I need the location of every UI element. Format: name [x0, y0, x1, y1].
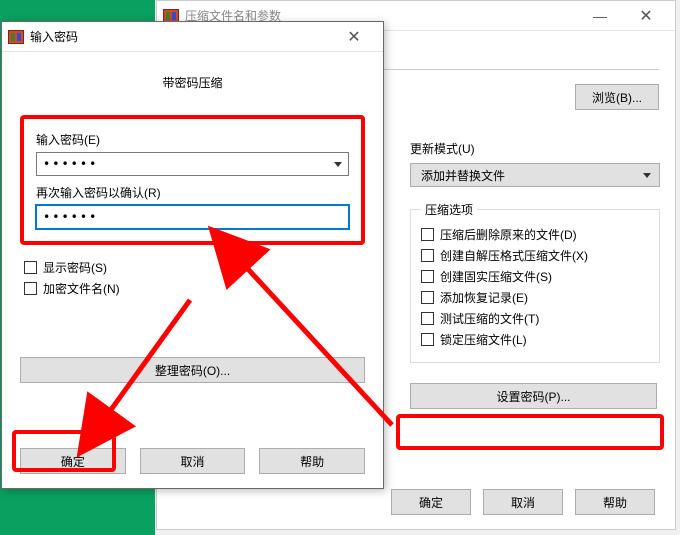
front-cancel-button[interactable]: 取消: [140, 448, 246, 474]
opt-delete-after[interactable]: 压缩后删除原来的文件(D): [421, 226, 649, 243]
password-dialog: 输入密码 ✕ 带密码压缩 输入密码(E) •••••• 再次输入密码以确认(R)…: [1, 21, 384, 489]
front-titlebar[interactable]: 输入密码 ✕: [2, 22, 383, 52]
checkbox-icon: [421, 312, 434, 325]
checkbox-icon: [24, 282, 37, 295]
checkbox-icon: [24, 261, 37, 274]
browse-button[interactable]: 浏览(B)...: [575, 84, 659, 110]
update-mode-label: 更新模式(U): [410, 140, 660, 157]
password-value: ••••••: [43, 157, 98, 171]
password-confirm-input[interactable]: ••••••: [36, 205, 349, 229]
checkbox-icon: [421, 249, 434, 262]
encrypt-filenames-checkbox[interactable]: 加密文件名(N): [24, 280, 365, 297]
back-cancel-button[interactable]: 取消: [483, 489, 563, 515]
checkbox-icon: [421, 270, 434, 283]
checkbox-icon: [421, 333, 434, 346]
front-bottom-buttons: 确定 取消 帮助: [20, 448, 365, 474]
checkbox-icon: [421, 291, 434, 304]
front-close-button[interactable]: ✕: [331, 22, 377, 52]
set-password-button[interactable]: 设置密码(P)...: [410, 383, 657, 409]
compress-options-legend: 压缩选项: [421, 201, 477, 218]
update-mode-value: 添加并替换文件: [421, 167, 505, 184]
organize-passwords-button[interactable]: 整理密码(O)...: [20, 357, 365, 383]
password-label: 输入密码(E): [36, 131, 349, 148]
close-button[interactable]: ✕: [623, 1, 669, 31]
back-help-button[interactable]: 帮助: [575, 489, 655, 515]
chevron-down-icon: [334, 162, 342, 167]
opt-sfx[interactable]: 创建自解压格式压缩文件(X): [421, 247, 649, 264]
minimize-button[interactable]: —: [577, 1, 623, 31]
opt-solid[interactable]: 创建固实压缩文件(S): [421, 268, 649, 285]
chevron-down-icon: [643, 173, 651, 178]
password-confirm-value: ••••••: [43, 210, 98, 224]
front-help-button[interactable]: 帮助: [259, 448, 365, 474]
back-bottom-buttons: 确定 取消 帮助: [391, 489, 655, 515]
back-ok-button[interactable]: 确定: [391, 489, 471, 515]
update-mode-select[interactable]: 添加并替换文件: [410, 163, 660, 187]
winrar-icon: [8, 30, 24, 44]
front-ok-button[interactable]: 确定: [20, 448, 126, 474]
compress-options-group: 压缩选项 压缩后删除原来的文件(D) 创建自解压格式压缩文件(X) 创建固实压缩…: [410, 209, 660, 363]
password-confirm-label: 再次输入密码以确认(R): [36, 184, 349, 201]
opt-test[interactable]: 测试压缩的文件(T): [421, 310, 649, 327]
password-input[interactable]: ••••••: [36, 152, 349, 176]
show-password-checkbox[interactable]: 显示密码(S): [24, 259, 365, 276]
front-title: 输入密码: [30, 28, 78, 45]
checkbox-icon: [421, 228, 434, 241]
opt-recovery[interactable]: 添加恢复记录(E): [421, 289, 649, 306]
password-heading: 带密码压缩: [20, 74, 365, 91]
opt-lock[interactable]: 锁定压缩文件(L): [421, 331, 649, 348]
password-fields-group: 输入密码(E) •••••• 再次输入密码以确认(R) ••••••: [20, 115, 365, 245]
